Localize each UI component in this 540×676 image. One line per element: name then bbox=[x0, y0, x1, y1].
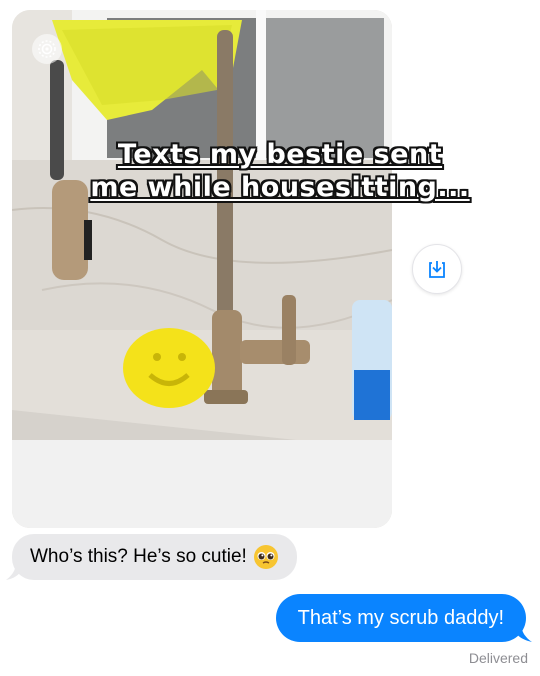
incoming-message-text: Who’s this? He’s so cutie! bbox=[30, 546, 247, 567]
photo-attachment[interactable] bbox=[12, 10, 392, 528]
caption-line-1: Texts my bestie sent bbox=[117, 139, 443, 170]
kitchen-sink-photo bbox=[12, 10, 392, 528]
pleading-face-emoji-icon bbox=[253, 545, 278, 569]
save-to-photos-button[interactable] bbox=[412, 244, 462, 294]
image-caption-text: Texts my bestie sent me while housesitti… bbox=[60, 138, 500, 204]
save-to-photos-icon bbox=[429, 261, 445, 278]
incoming-message-bubble[interactable]: Who’s this? He’s so cutie! bbox=[12, 534, 297, 580]
outgoing-message-bubble[interactable]: That’s my scrub daddy! bbox=[275, 594, 526, 642]
outgoing-message-text: That’s my scrub daddy! bbox=[297, 606, 504, 629]
live-photo-icon[interactable] bbox=[32, 34, 62, 64]
delivered-status: Delivered bbox=[468, 650, 528, 666]
caption-line-2: me while housesitting... bbox=[90, 172, 470, 203]
